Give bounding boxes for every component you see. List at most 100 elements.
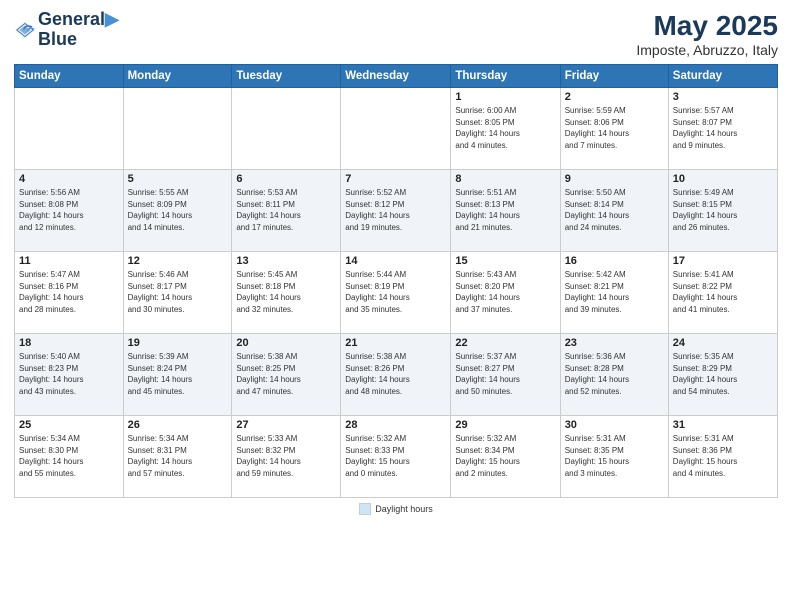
day-number: 5 [128, 173, 228, 185]
logo-text: General▶ Blue [38, 10, 119, 50]
day-info: Sunrise: 5:31 AM Sunset: 8:35 PM Dayligh… [565, 433, 664, 479]
day-info: Sunrise: 5:34 AM Sunset: 8:31 PM Dayligh… [128, 433, 228, 479]
col-wednesday: Wednesday [341, 65, 451, 88]
day-number: 3 [673, 91, 773, 103]
month-title: May 2025 [636, 10, 778, 42]
calendar-cell: 21Sunrise: 5:38 AM Sunset: 8:26 PM Dayli… [341, 334, 451, 416]
calendar-cell: 17 Sunrise: 5:41 AM Sunset: 8:22 PM Dayli… [668, 252, 777, 334]
day-info: Sunrise: 5:45 AM Sunset: 8:18 PM Dayligh… [236, 269, 336, 315]
day-info: Sunrise: 5:46 AM Sunset: 8:17 PM Dayligh… [128, 269, 228, 315]
calendar-cell: 12 Sunrise: 5:46 AM Sunset: 8:17 PM Dayli… [123, 252, 232, 334]
day-info: Sunrise: 5:34 AM Sunset: 8:30 PM Dayligh… [19, 433, 119, 479]
calendar-cell: 14 Sunrise: 5:44 AM Sunset: 8:19 PM Dayli… [341, 252, 451, 334]
day-number: 28 [345, 419, 446, 431]
calendar-cell: 4Sunrise: 5:56 AM Sunset: 8:08 PM Daylig… [15, 170, 124, 252]
day-number: 19 [128, 337, 228, 349]
day-number: 26 [128, 419, 228, 431]
day-number: 17 [673, 255, 773, 267]
title-block: May 2025 Imposte, Abruzzo, Italy [636, 10, 778, 58]
day-info: Sunrise: 5:55 AM Sunset: 8:09 PM Dayligh… [128, 187, 228, 233]
day-info: Sunrise: 5:37 AM Sunset: 8:27 PM Dayligh… [455, 351, 555, 397]
location-subtitle: Imposte, Abruzzo, Italy [636, 42, 778, 58]
calendar-cell: 20Sunrise: 5:38 AM Sunset: 8:25 PM Dayli… [232, 334, 341, 416]
col-saturday: Saturday [668, 65, 777, 88]
legend: Daylight hours [14, 503, 778, 515]
legend-daylight-label: Daylight hours [375, 504, 433, 514]
day-info: Sunrise: 5:49 AM Sunset: 8:15 PM Dayligh… [673, 187, 773, 233]
day-info: Sunrise: 5:50 AM Sunset: 8:14 PM Dayligh… [565, 187, 664, 233]
calendar-cell: 15Sunrise: 5:43 AM Sunset: 8:20 PM Dayli… [451, 252, 560, 334]
day-info: Sunrise: 5:41 AM Sunset: 8:22 PM Dayligh… [673, 269, 773, 315]
day-info: Sunrise: 5:42 AM Sunset: 8:21 PM Dayligh… [565, 269, 664, 315]
logo: General▶ Blue [14, 10, 119, 50]
day-info: Sunrise: 6:00 AM Sunset: 8:05 PM Dayligh… [455, 105, 555, 151]
day-info: Sunrise: 5:36 AM Sunset: 8:28 PM Dayligh… [565, 351, 664, 397]
calendar-cell: 27 Sunrise: 5:33 AM Sunset: 8:32 PM Dayli… [232, 416, 341, 498]
day-info: Sunrise: 5:32 AM Sunset: 8:33 PM Dayligh… [345, 433, 446, 479]
day-number: 4 [19, 173, 119, 185]
day-number: 15 [455, 255, 555, 267]
day-number: 29 [455, 419, 555, 431]
col-tuesday: Tuesday [232, 65, 341, 88]
calendar-week-2: 4Sunrise: 5:56 AM Sunset: 8:08 PM Daylig… [15, 170, 778, 252]
day-info: Sunrise: 5:38 AM Sunset: 8:25 PM Dayligh… [236, 351, 336, 397]
day-number: 31 [673, 419, 773, 431]
day-info: Sunrise: 5:51 AM Sunset: 8:13 PM Dayligh… [455, 187, 555, 233]
day-info: Sunrise: 5:53 AM Sunset: 8:11 PM Dayligh… [236, 187, 336, 233]
calendar-header-row: Sunday Monday Tuesday Wednesday Thursday… [15, 65, 778, 88]
day-info: Sunrise: 5:31 AM Sunset: 8:36 PM Dayligh… [673, 433, 773, 479]
day-number: 8 [455, 173, 555, 185]
calendar-cell [232, 88, 341, 170]
calendar-cell: 11Sunrise: 5:47 AM Sunset: 8:16 PM Dayli… [15, 252, 124, 334]
day-number: 6 [236, 173, 336, 185]
day-number: 25 [19, 419, 119, 431]
legend-box [359, 503, 371, 515]
calendar-cell: 29 Sunrise: 5:32 AM Sunset: 8:34 PM Dayli… [451, 416, 560, 498]
day-info: Sunrise: 5:44 AM Sunset: 8:19 PM Dayligh… [345, 269, 446, 315]
col-sunday: Sunday [15, 65, 124, 88]
day-number: 2 [565, 91, 664, 103]
col-friday: Friday [560, 65, 668, 88]
calendar-cell: 13Sunrise: 5:45 AM Sunset: 8:18 PM Dayli… [232, 252, 341, 334]
day-number: 24 [673, 337, 773, 349]
calendar-week-1: 1Sunrise: 6:00 AM Sunset: 8:05 PM Daylig… [15, 88, 778, 170]
calendar-cell: 2Sunrise: 5:59 AM Sunset: 8:06 PM Daylig… [560, 88, 668, 170]
day-info: Sunrise: 5:33 AM Sunset: 8:32 PM Dayligh… [236, 433, 336, 479]
day-number: 27 [236, 419, 336, 431]
calendar-cell [341, 88, 451, 170]
day-number: 22 [455, 337, 555, 349]
day-info: Sunrise: 5:40 AM Sunset: 8:23 PM Dayligh… [19, 351, 119, 397]
calendar-cell [123, 88, 232, 170]
calendar-cell: 24 Sunrise: 5:35 AM Sunset: 8:29 PM Dayli… [668, 334, 777, 416]
calendar-cell: 25 Sunrise: 5:34 AM Sunset: 8:30 PM Dayli… [15, 416, 124, 498]
day-info: Sunrise: 5:52 AM Sunset: 8:12 PM Dayligh… [345, 187, 446, 233]
calendar-cell: 26 Sunrise: 5:34 AM Sunset: 8:31 PM Dayli… [123, 416, 232, 498]
calendar-cell: 23Sunrise: 5:36 AM Sunset: 8:28 PM Dayli… [560, 334, 668, 416]
calendar-cell: 19 Sunrise: 5:39 AM Sunset: 8:24 PM Dayli… [123, 334, 232, 416]
day-info: Sunrise: 5:57 AM Sunset: 8:07 PM Dayligh… [673, 105, 773, 151]
day-number: 18 [19, 337, 119, 349]
calendar-cell: 8 Sunrise: 5:51 AM Sunset: 8:13 PM Daylig… [451, 170, 560, 252]
day-info: Sunrise: 5:39 AM Sunset: 8:24 PM Dayligh… [128, 351, 228, 397]
day-info: Sunrise: 5:38 AM Sunset: 8:26 PM Dayligh… [345, 351, 446, 397]
calendar-cell: 10Sunrise: 5:49 AM Sunset: 8:15 PM Dayli… [668, 170, 777, 252]
calendar-cell: 22 Sunrise: 5:37 AM Sunset: 8:27 PM Dayli… [451, 334, 560, 416]
calendar-cell [15, 88, 124, 170]
calendar-week-4: 18 Sunrise: 5:40 AM Sunset: 8:23 PM Dayli… [15, 334, 778, 416]
calendar-cell: 5 Sunrise: 5:55 AM Sunset: 8:09 PM Daylig… [123, 170, 232, 252]
calendar-cell: 30Sunrise: 5:31 AM Sunset: 8:35 PM Dayli… [560, 416, 668, 498]
col-monday: Monday [123, 65, 232, 88]
logo-icon [14, 19, 36, 41]
day-info: Sunrise: 5:32 AM Sunset: 8:34 PM Dayligh… [455, 433, 555, 479]
day-number: 12 [128, 255, 228, 267]
calendar-cell: 18 Sunrise: 5:40 AM Sunset: 8:23 PM Dayli… [15, 334, 124, 416]
day-number: 16 [565, 255, 664, 267]
calendar-cell: 7Sunrise: 5:52 AM Sunset: 8:12 PM Daylig… [341, 170, 451, 252]
day-info: Sunrise: 5:35 AM Sunset: 8:29 PM Dayligh… [673, 351, 773, 397]
legend-daylight: Daylight hours [359, 503, 433, 515]
header: General▶ Blue May 2025 Imposte, Abruzzo,… [14, 10, 778, 58]
page: General▶ Blue May 2025 Imposte, Abruzzo,… [0, 0, 792, 612]
day-number: 14 [345, 255, 446, 267]
day-number: 9 [565, 173, 664, 185]
calendar-cell: 28 Sunrise: 5:32 AM Sunset: 8:33 PM Dayli… [341, 416, 451, 498]
